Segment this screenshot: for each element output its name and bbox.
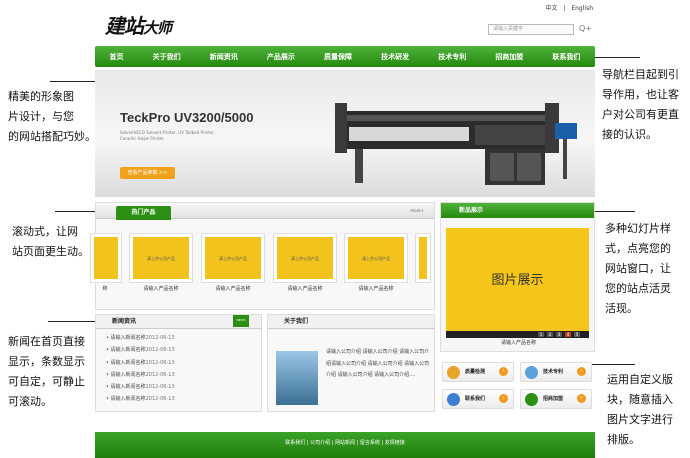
annotation-custom-block: 运用自定义版 块，随意插入 图片文字进行 排版。 [607, 373, 673, 446]
about-panel: 关于我们 请输入公司介绍 请输入公司介绍 请输入公司介绍请输入公司介绍 请输入公… [267, 314, 435, 412]
product-caption[interactable]: 请输入产品名称 [201, 285, 265, 292]
website-mockup: 中文 | English 建站大师 请输入关键字 Q+ 首页 关于我们 新闻资讯… [90, 0, 595, 458]
slide-page[interactable]: 2 [547, 332, 553, 337]
franchise-icon [525, 393, 538, 406]
nav-item-about[interactable]: 关于我们 [153, 52, 181, 62]
franchise-button[interactable]: 招商加盟 › [520, 389, 592, 409]
slide-page[interactable]: 3 [556, 332, 562, 337]
arrow-right-icon: › [577, 394, 586, 403]
footer-link[interactable]: 公司介绍 [310, 440, 330, 446]
nav-item-contact[interactable]: 联系我们 [552, 52, 580, 62]
footer-link[interactable]: 联系我们 [285, 440, 305, 446]
banner-subtitle: Solvent/ECO Solvent Printer, UV Tailbed … [120, 130, 216, 141]
quality-check-button[interactable]: 质量检测 › [442, 362, 514, 382]
lang-english-link[interactable]: English [571, 5, 593, 12]
product-card[interactable]: 请上传公司产品 [273, 233, 337, 283]
news-item[interactable]: • 请输入新闻名称2012-06-13 [96, 344, 261, 356]
annotation-scrolling: 滚动式，让网 站页面更生动。 [12, 225, 89, 258]
annotation-pointer-line [595, 57, 640, 58]
about-title: 关于我们 [268, 315, 434, 329]
banner-title: TeckPro UV3200/5000 [120, 110, 254, 125]
footer-link[interactable]: 留言系统 [360, 440, 380, 446]
news-item[interactable]: • 请输入新闻名称2012-06-13 [96, 332, 261, 344]
annotation-navigation: 导航栏目起到引 导作用，也让客 户对公司有更直 接的认识。 [602, 68, 679, 141]
nav-item-news[interactable]: 新闻资讯 [210, 52, 238, 62]
patent-icon [525, 366, 538, 379]
footer-link[interactable]: 网站新闻 [335, 440, 355, 446]
patents-button[interactable]: 技术专利 › [520, 362, 592, 382]
annotation-news: 新闻在首页直接 显示，条数显示 可自定，可静止 可滚动。 [8, 335, 85, 408]
new-products-panel: 新品展示 图片展示 1 2 3 4 5 请输入产品名称 [440, 202, 595, 352]
hero-banner: TeckPro UV3200/5000 Solvent/ECO Solvent … [95, 70, 595, 197]
banner-view-button[interactable]: 查看产品参数 >> [120, 167, 175, 179]
product-card[interactable] [90, 233, 122, 283]
quality-icon [447, 366, 460, 379]
building-image [276, 351, 318, 405]
printer-image [335, 103, 577, 185]
arrow-right-icon: › [577, 367, 586, 376]
new-products-title: 新品展示 [441, 203, 594, 218]
product-card[interactable]: 请上传公司产品 [129, 233, 193, 283]
annotation-pointer-line [50, 81, 95, 82]
nav-item-products[interactable]: 产品展示 [267, 52, 295, 62]
annotation-slideshow: 多种幻灯片样 式，点亮您的 网站窗口，让 您的站点活灵 活现。 [605, 222, 671, 315]
new-product-caption[interactable]: 请输入产品名称 [441, 339, 596, 346]
product-card[interactable]: 请上传公司产品 [344, 233, 408, 283]
slide-page[interactable]: 4 [565, 332, 571, 337]
nav-item-franchise[interactable]: 招商加盟 [495, 52, 523, 62]
product-caption[interactable]: 请输入产品名称 [344, 285, 408, 292]
slideshow-pager: 1 2 3 4 5 [446, 331, 589, 338]
contact-icon [447, 393, 460, 406]
nav-item-rnd[interactable]: 技术研发 [381, 52, 409, 62]
footer-link[interactable]: 友情链接 [385, 440, 405, 446]
news-item[interactable]: • 请输入新闻名称2012-06-13 [96, 357, 261, 369]
about-text: 请输入公司介绍 请输入公司介绍 请输入公司介绍请输入公司介绍 请输入公司介绍 请… [326, 349, 430, 378]
arrow-right-icon: › [499, 367, 508, 376]
nav-item-patents[interactable]: 技术专利 [438, 52, 466, 62]
hot-products-tab[interactable]: 热门产品 [116, 206, 171, 220]
slide-page[interactable]: 1 [538, 332, 544, 337]
nav-item-quality[interactable]: 质量保障 [324, 52, 352, 62]
annotation-pointer-line [48, 321, 95, 322]
product-caption[interactable]: 请输入产品名称 [129, 285, 193, 292]
product-caption: 称 [102, 286, 108, 292]
nav-item-home[interactable]: 首页 [110, 52, 124, 62]
site-logo[interactable]: 建站大师 [105, 10, 172, 39]
product-caption[interactable]: 请输入产品名称 [273, 285, 337, 292]
news-item[interactable]: • 请输入新闻名称2012-06-13 [96, 369, 261, 381]
more-link[interactable]: more+ [410, 208, 424, 213]
annotation-image-design: 精美的形象图 片设计，与您 的网站搭配巧妙。 [8, 90, 96, 143]
news-panel: 新闻资讯 NEWS • 请输入新闻名称2012-06-13 • 请输入新闻名称2… [95, 314, 262, 412]
product-card[interactable] [415, 233, 431, 283]
news-flag-icon: NEWS [233, 315, 249, 327]
news-item[interactable]: • 请输入新闻名称2012-06-13 [96, 393, 261, 405]
annotation-pointer-line [595, 211, 635, 212]
lang-chinese-link[interactable]: 中文 [545, 5, 557, 12]
annotation-pointer-line [590, 364, 635, 365]
slideshow-image[interactable]: 图片展示 1 2 3 4 5 [446, 228, 589, 338]
search-icon[interactable]: Q+ [579, 24, 592, 33]
arrow-right-icon: › [499, 394, 508, 403]
annotation-pointer-line [55, 211, 95, 212]
slide-page[interactable]: 5 [574, 332, 580, 337]
main-navigation: 首页 关于我们 新闻资讯 产品展示 质量保障 技术研发 技术专利 招商加盟 联系… [95, 46, 595, 67]
language-switcher: 中文 | English [545, 5, 593, 12]
contact-button[interactable]: 联系我们 › [442, 389, 514, 409]
product-card[interactable]: 请上传公司产品 [201, 233, 265, 283]
search-input[interactable]: 请输入关键字 [488, 24, 574, 35]
news-item[interactable]: • 请输入新闻名称2012-06-13 [96, 381, 261, 393]
footer: 联系我们 | 公司介绍 | 网站新闻 | 留言系统 | 友情链接 [95, 432, 595, 458]
